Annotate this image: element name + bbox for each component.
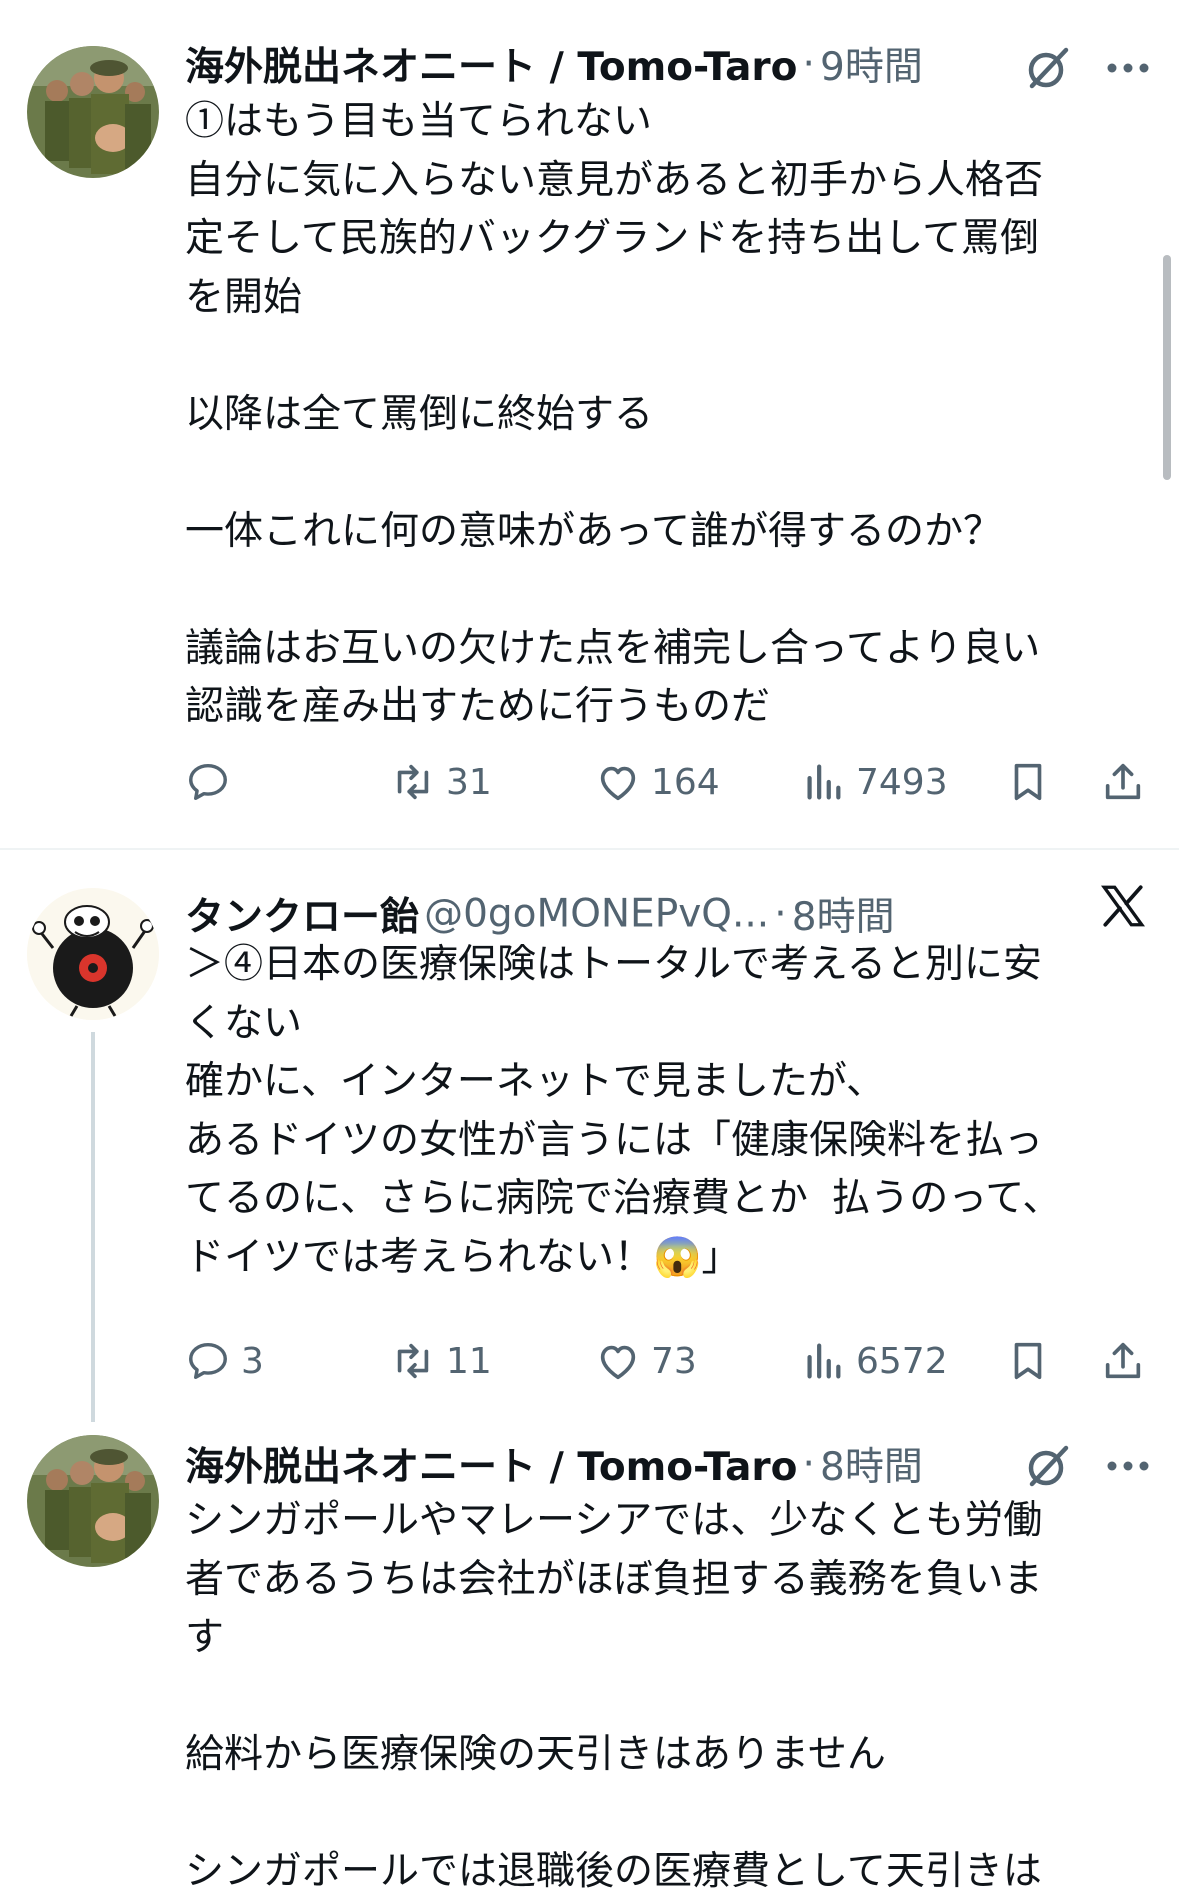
more-options-icon[interactable] — [1100, 40, 1156, 96]
share-icon — [1105, 763, 1141, 800]
repost-count: 31 — [446, 761, 492, 803]
view-count: 6572 — [856, 1340, 948, 1382]
post-header: タンクロー飴 @0goMONEPvQ... · 8時間 — [185, 886, 1145, 946]
post-text: シンガポールやマレーシアでは、少なくとも労働 者であるうちは会社がほぼ負担する義… — [185, 1501, 1043, 1896]
views-button[interactable]: 7493 — [800, 752, 948, 812]
repost-icon — [397, 1343, 429, 1379]
timestamp[interactable]: 8時間 — [792, 895, 895, 940]
post-text: ①はもう目も当てられない 自分に気に入らない意見があると初手から人格否 定そして… — [185, 102, 1044, 731]
thread-connector — [91, 1032, 95, 1422]
reply-count: 3 — [241, 1340, 264, 1382]
repost-count: 11 — [446, 1340, 492, 1382]
avatar[interactable] — [27, 1435, 159, 1567]
x-logo-icon[interactable] — [1095, 878, 1151, 934]
action-bar: 3 11 73 6572 — [185, 1331, 1145, 1391]
reply-icon — [189, 1342, 227, 1380]
display-name[interactable]: 海外脱出ネオニート / Tomo-Taro — [185, 45, 797, 90]
separator-dot: · — [802, 41, 815, 87]
like-button[interactable]: 164 — [595, 752, 720, 812]
post-3[interactable]: 海外脱出ネオニート / Tomo-Taro · 8時間 シンガポールやマレーシア… — [0, 1410, 1179, 1896]
grok-slash-icon[interactable] — [1020, 40, 1076, 96]
share-icon — [1105, 1342, 1141, 1379]
share-button[interactable] — [1100, 1331, 1146, 1391]
post-header: 海外脱出ネオニート / Tomo-Taro · 8時間 — [185, 1436, 1145, 1496]
reply-icon — [189, 763, 227, 801]
timestamp[interactable]: 9時間 — [820, 45, 923, 90]
avatar[interactable] — [27, 888, 159, 1020]
user-handle[interactable]: @0goMONEPvQ... — [424, 892, 769, 937]
grok-slash-icon[interactable] — [1020, 1438, 1076, 1494]
analytics-icon — [807, 1343, 841, 1379]
reply-button[interactable]: 3 — [185, 1331, 264, 1391]
views-button[interactable]: 6572 — [800, 1331, 948, 1391]
bookmark-button[interactable] — [1005, 752, 1051, 812]
like-button[interactable]: 73 — [595, 1331, 697, 1391]
separator-dot: · — [802, 1441, 815, 1487]
repost-icon — [397, 764, 429, 800]
display-name[interactable]: タンクロー飴 — [185, 895, 419, 940]
bookmark-button[interactable] — [1005, 1331, 1051, 1391]
post-header: 海外脱出ネオニート / Tomo-Taro · 9時間 — [185, 36, 1145, 96]
repost-button[interactable]: 11 — [390, 1331, 492, 1391]
view-count: 7493 — [856, 761, 948, 803]
post-text: ＞④日本の医療保険はトータルで考えると別に安 くない 確かに、インターネットで見… — [185, 945, 1062, 1282]
reply-button[interactable] — [185, 752, 241, 812]
heart-icon — [600, 766, 636, 801]
bookmark-icon — [1014, 1342, 1042, 1380]
separator-dot: · — [774, 891, 787, 937]
repost-button[interactable]: 31 — [390, 752, 492, 812]
post-2[interactable]: タンクロー飴 @0goMONEPvQ... · 8時間 ＞④日本の医療保険はトー… — [0, 850, 1179, 1410]
avatar[interactable] — [27, 46, 159, 178]
share-button[interactable] — [1100, 752, 1146, 812]
heart-icon — [600, 1345, 636, 1380]
post-1[interactable]: 海外脱出ネオニート / Tomo-Taro · 9時間 ①はもう目も当てられない… — [0, 0, 1179, 850]
bookmark-icon — [1014, 763, 1042, 801]
like-count: 73 — [651, 1340, 697, 1382]
timestamp[interactable]: 8時間 — [820, 1445, 923, 1490]
more-options-icon[interactable] — [1100, 1438, 1156, 1494]
action-bar: 31 164 7493 — [185, 752, 1145, 812]
like-count: 164 — [651, 761, 720, 803]
display-name[interactable]: 海外脱出ネオニート / Tomo-Taro — [185, 1445, 797, 1490]
analytics-icon — [807, 764, 841, 800]
